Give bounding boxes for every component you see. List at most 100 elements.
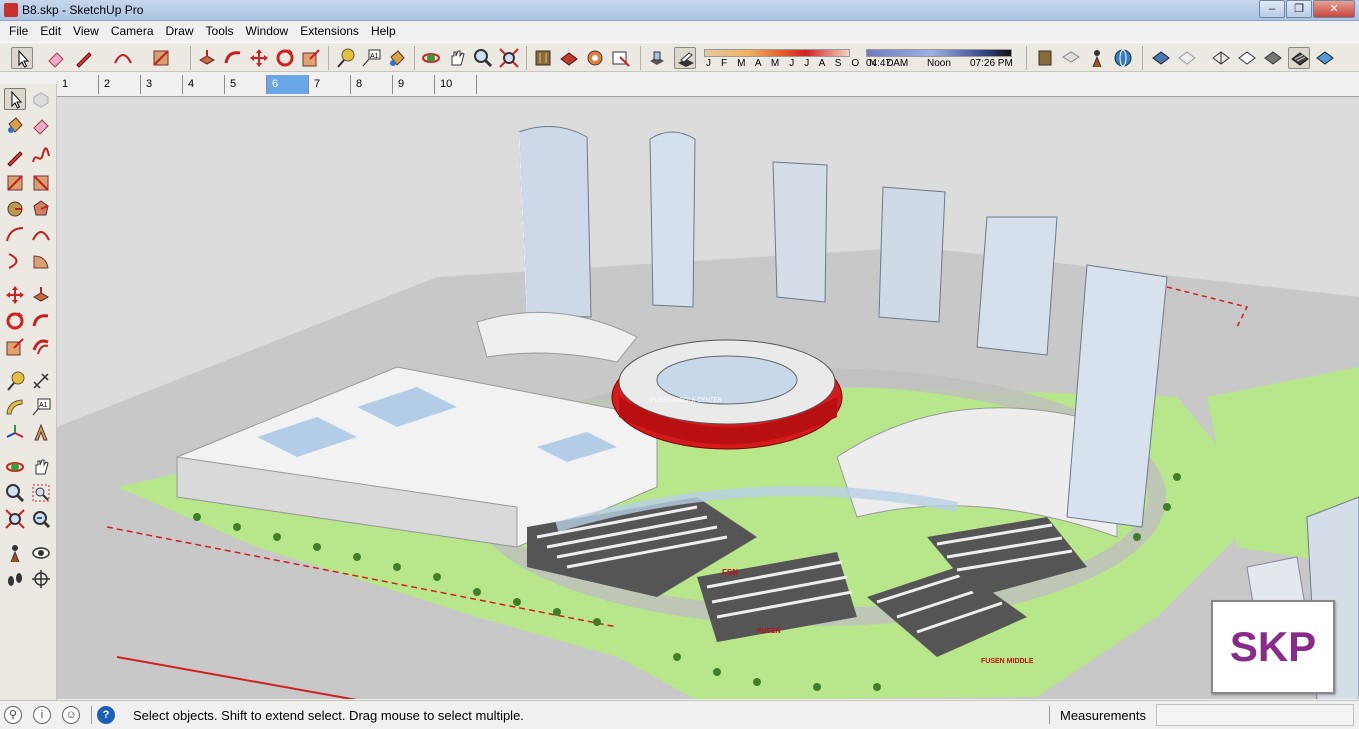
push-pull-tool-button[interactable]	[30, 284, 52, 306]
text-tool-button[interactable]: A1	[360, 47, 382, 69]
three-point-arc-tool-button[interactable]	[4, 250, 26, 272]
scene-tab-3[interactable]: 3	[141, 75, 183, 94]
scene-tab-9[interactable]: 9	[393, 75, 435, 94]
rectangle-tool-button[interactable]	[150, 47, 172, 69]
axes-tool-button[interactable]	[4, 422, 26, 444]
month-gradient-bar[interactable]	[704, 49, 850, 57]
zoom-extents-tool-button[interactable]	[498, 47, 520, 69]
arc-tool-button[interactable]	[4, 224, 26, 246]
scene-tab-6[interactable]: 6	[267, 75, 309, 94]
scene-tab-4[interactable]: 4	[183, 75, 225, 94]
menu-help[interactable]: Help	[365, 22, 402, 41]
shaded-style-button[interactable]	[1262, 47, 1284, 69]
menu-tools[interactable]: Tools	[200, 22, 240, 41]
paint-bucket-tool-button[interactable]	[4, 114, 26, 136]
scale-tool-button[interactable]	[4, 336, 26, 358]
move-tool-button[interactable]	[248, 47, 270, 69]
tape-measure-tool-button[interactable]	[334, 47, 356, 69]
3d-text-tool-button[interactable]	[30, 422, 52, 444]
pencil-tool-button[interactable]	[73, 47, 95, 69]
tape-measure-tool-button[interactable]	[4, 370, 26, 392]
look-around-tool-button[interactable]	[30, 542, 52, 564]
scene-tab-8[interactable]: 8	[351, 75, 393, 94]
model-viewport[interactable]: FUSEN MIDDLE CENTER FSN FUSEN FUSEN MIDD…	[57, 96, 1359, 699]
geo-location-status-icon[interactable]: ⚲	[4, 706, 22, 724]
back-edges-style-button[interactable]	[1176, 47, 1198, 69]
select-tool-button[interactable]	[11, 47, 33, 69]
component-options-button[interactable]	[1060, 47, 1082, 69]
circle-tool-button[interactable]	[4, 198, 26, 220]
shadows-toggle-button[interactable]	[646, 47, 668, 69]
paint-bucket-tool-button[interactable]	[386, 47, 408, 69]
orbit-tool-button[interactable]	[4, 456, 26, 478]
credits-info-icon[interactable]: i	[33, 706, 51, 724]
layout-button[interactable]	[584, 47, 606, 69]
zoom-window-tool-button[interactable]	[30, 482, 52, 504]
pan-tool-button[interactable]	[30, 456, 52, 478]
measurements-input[interactable]	[1156, 704, 1354, 726]
line-tool-button[interactable]	[4, 146, 26, 168]
scale-tool-button[interactable]	[300, 47, 322, 69]
pan-tool-button[interactable]	[446, 47, 468, 69]
user-account-icon[interactable]: ☺	[62, 706, 80, 724]
monochrome-style-button[interactable]	[1314, 47, 1336, 69]
text-tool-button[interactable]: A1	[30, 396, 52, 418]
position-camera-button[interactable]	[1086, 47, 1108, 69]
make-component-button[interactable]	[30, 88, 52, 110]
help-icon[interactable]: ?	[97, 706, 115, 724]
push-pull-tool-button[interactable]	[196, 47, 218, 69]
walk-tool-button[interactable]	[4, 568, 26, 590]
eraser-tool-button[interactable]	[45, 47, 67, 69]
hidden-line-style-button[interactable]	[1236, 47, 1258, 69]
pie-tool-button[interactable]	[30, 250, 52, 272]
follow-me-tool-button[interactable]	[222, 47, 244, 69]
polygon-tool-button[interactable]	[30, 198, 52, 220]
menu-file[interactable]: File	[3, 22, 34, 41]
rotate-tool-button[interactable]	[274, 47, 296, 69]
scene-tab-1[interactable]: 1	[57, 75, 99, 94]
close-button[interactable]: ✕	[1313, 0, 1355, 18]
iso-view-button[interactable]	[1034, 47, 1056, 69]
eraser-tool-button[interactable]	[30, 114, 52, 136]
offset-tool-button[interactable]	[30, 336, 52, 358]
zoom-tool-button[interactable]	[472, 47, 494, 69]
style-builder-button[interactable]	[610, 47, 632, 69]
dimension-tool-button[interactable]	[30, 370, 52, 392]
menu-edit[interactable]: Edit	[34, 22, 67, 41]
move-tool-button[interactable]	[4, 284, 26, 306]
restore-button[interactable]: ❐	[1286, 0, 1312, 18]
zoom-tool-button[interactable]	[4, 482, 26, 504]
menu-extensions[interactable]: Extensions	[294, 22, 365, 41]
arc-tool-button[interactable]	[112, 47, 134, 69]
menu-camera[interactable]: Camera	[105, 22, 160, 41]
minimize-button[interactable]: ‒	[1259, 0, 1285, 18]
scene-tab-2[interactable]: 2	[99, 75, 141, 94]
scene-tab-5[interactable]: 5	[225, 75, 267, 94]
rotate-tool-button[interactable]	[4, 310, 26, 332]
section-plane-tool-button[interactable]	[30, 568, 52, 590]
shaded-textures-style-button[interactable]	[1288, 47, 1310, 69]
rotated-rectangle-tool-button[interactable]	[30, 172, 52, 194]
shadow-month-slider[interactable]: J F M A M J J A S O N D	[704, 47, 894, 69]
xray-style-button[interactable]	[1150, 47, 1172, 69]
menu-window[interactable]: Window	[240, 22, 295, 41]
extension-warehouse-button[interactable]	[558, 47, 580, 69]
time-gradient-bar[interactable]	[866, 49, 1012, 57]
protractor-tool-button[interactable]	[4, 396, 26, 418]
shadow-time-slider[interactable]: 04:47 AM Noon 07:26 PM	[864, 47, 1016, 69]
freehand-tool-button[interactable]	[30, 146, 52, 168]
select-tool-button[interactable]	[4, 88, 26, 110]
scene-tab-7[interactable]: 7	[309, 75, 351, 94]
rectangle-tool-button[interactable]	[4, 172, 26, 194]
menu-draw[interactable]: Draw	[160, 22, 200, 41]
position-camera-tool-button[interactable]	[4, 542, 26, 564]
two-point-arc-tool-button[interactable]	[30, 224, 52, 246]
zoom-extents-tool-button[interactable]	[4, 508, 26, 530]
warehouse-button[interactable]	[532, 47, 554, 69]
previous-view-button[interactable]	[30, 508, 52, 530]
display-shadows-button[interactable]	[674, 47, 696, 69]
menu-view[interactable]: View	[67, 22, 105, 41]
scene-tab-10[interactable]: 10	[435, 75, 477, 94]
geo-location-button[interactable]	[1112, 47, 1134, 69]
wireframe-style-button[interactable]	[1210, 47, 1232, 69]
